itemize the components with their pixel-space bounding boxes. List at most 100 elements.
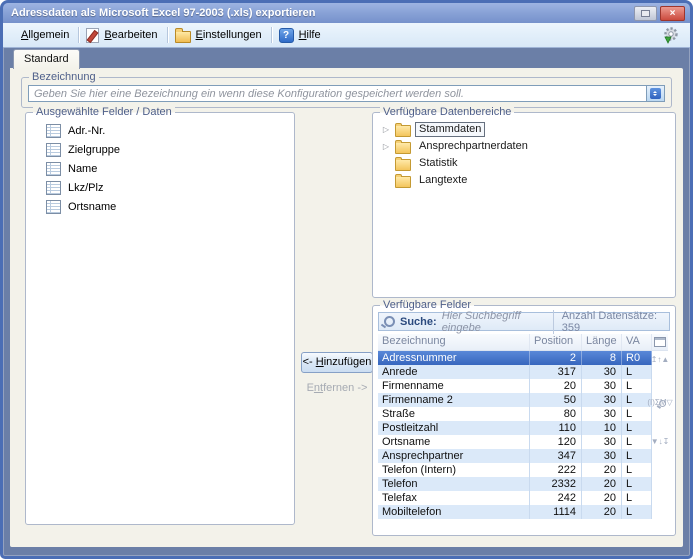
- table-row[interactable]: Postleitzahl11010L: [378, 421, 652, 435]
- cell-bezeichnung: Firmenname: [378, 379, 530, 393]
- list-item[interactable]: Ortsname: [46, 197, 290, 216]
- add-button[interactable]: <- Hinzufügen: [301, 352, 373, 373]
- nav-top: ↥↑▲: [651, 353, 670, 366]
- tab-page-standard: Bezeichnung Ausgewählte Felder / Daten A…: [10, 68, 683, 547]
- window-title: Adressdaten als Microsoft Excel 97-2003 …: [8, 7, 631, 19]
- row-down-icon[interactable]: ▼: [651, 437, 659, 446]
- remove-button-prefix: E: [307, 382, 314, 394]
- cell-laenge: 20: [582, 491, 622, 505]
- cell-va: L: [622, 449, 652, 463]
- table-field-icon: [46, 200, 61, 214]
- table-header[interactable]: Bezeichnung Position Länge VA: [378, 334, 652, 351]
- table-field-icon: [46, 162, 61, 176]
- list-item-label: Name: [68, 163, 97, 175]
- cell-position: 20: [530, 379, 582, 393]
- toolbar-separator: [271, 27, 272, 43]
- bezeichnung-dropdown-button[interactable]: [646, 85, 665, 102]
- nav-bottom: ▼↓↧: [651, 435, 670, 448]
- cell-position: 2332: [530, 477, 582, 491]
- record-count-label: Anzahl Datensätze:: [562, 310, 657, 322]
- table-row[interactable]: Ansprechpartner34730L: [378, 449, 652, 463]
- cell-va: L: [622, 435, 652, 449]
- table-field-icon: [46, 124, 61, 138]
- table-row[interactable]: Ortsname12030L: [378, 435, 652, 449]
- menu-item-einstellungen[interactable]: Einstellungen: [170, 26, 269, 45]
- selected-fields-group-label: Ausgewählte Felder / Daten: [33, 105, 175, 119]
- table-row[interactable]: Telefon (Intern)22220L: [378, 463, 652, 477]
- expand-arrow-icon[interactable]: ▷: [381, 142, 391, 152]
- filter-icon[interactable]: ▽: [667, 398, 673, 407]
- cell-laenge: 20: [582, 477, 622, 491]
- cell-va: L: [622, 477, 652, 491]
- column-header-va[interactable]: VA: [622, 334, 652, 350]
- search-icon: [384, 316, 395, 327]
- hilfe-help-icon: [279, 28, 294, 43]
- remove-button-disabled: Entfernen ->: [301, 382, 373, 394]
- bezeichnung-group: Bezeichnung: [21, 77, 672, 108]
- table-row[interactable]: Firmenname2030L: [378, 379, 652, 393]
- bezeichnung-input[interactable]: [28, 85, 646, 102]
- close-button[interactable]: ×: [660, 6, 685, 21]
- cell-va: L: [622, 491, 652, 505]
- cell-va: L: [622, 505, 652, 519]
- cell-position: 222: [530, 463, 582, 477]
- menu-item-allgemein[interactable]: Allgemein: [11, 27, 76, 43]
- add-button-rest: inzufügen: [324, 356, 372, 368]
- maximize-button[interactable]: [634, 6, 657, 21]
- search-bar[interactable]: Suche: Hier Suchbegriff eingebe Anzahl D…: [378, 312, 670, 331]
- close-icon: ×: [670, 8, 676, 19]
- dropdown-spinner-icon: [650, 88, 661, 99]
- menubar: Allgemein Bearbeiten Einstellungen Hilfe: [3, 23, 690, 48]
- cell-bezeichnung: Mobiltelefon: [378, 505, 530, 519]
- expand-arrow-icon[interactable]: ▷: [381, 125, 391, 135]
- tree-item-label: Stammdaten: [415, 122, 485, 137]
- title-bar: Adressdaten als Microsoft Excel 97-2003 …: [3, 3, 690, 23]
- menu-item-label-hilfe: Hilfe: [299, 29, 321, 41]
- cell-bezeichnung: Anrede: [378, 365, 530, 379]
- cell-laenge: 30: [582, 365, 622, 379]
- table-row[interactable]: Firmenname 25030L: [378, 393, 652, 407]
- row-up-icon[interactable]: ▲: [661, 355, 669, 364]
- einstellungen-settings-icon: [175, 31, 191, 43]
- list-item[interactable]: Zielgruppe: [46, 140, 290, 159]
- menu-item-hilfe[interactable]: Hilfe: [274, 26, 328, 45]
- tree-item[interactable]: Statistik: [381, 155, 671, 172]
- record-count: Anzahl Datensätze: 359: [553, 310, 664, 334]
- tree-item[interactable]: ▷ Ansprechpartnerdaten: [381, 138, 671, 155]
- data-areas-group: Verfügbare Datenbereiche ▷Stammdaten▷Ans…: [372, 112, 676, 298]
- tree-item[interactable]: ▷ Stammdaten: [381, 121, 671, 138]
- table-row[interactable]: Telefax24220L: [378, 491, 652, 505]
- tab-standard[interactable]: Standard: [13, 49, 80, 69]
- table-row[interactable]: Mobiltelefon111420L: [378, 505, 652, 519]
- cell-position: 50: [530, 393, 582, 407]
- cell-laenge: 10: [582, 421, 622, 435]
- bezeichnung-group-label: Bezeichnung: [29, 70, 99, 84]
- insert-icon[interactable]: (I): [647, 398, 655, 407]
- list-item[interactable]: Adr.-Nr.: [46, 121, 290, 140]
- excel-export-button[interactable]: [659, 25, 682, 46]
- tree-item[interactable]: Langtexte: [381, 172, 671, 189]
- toolbar-separator: [167, 27, 168, 43]
- cell-bezeichnung: Telefon: [378, 477, 530, 491]
- search-label: Suche:: [400, 316, 437, 328]
- table-row[interactable]: Straße8030L: [378, 407, 652, 421]
- remove-button-mnemonic: nt: [314, 382, 323, 394]
- record-count-value: 359: [562, 322, 580, 334]
- menu-item-label-bearbeiten: Bearbeiten: [104, 29, 157, 41]
- table-row[interactable]: Telefon233220L: [378, 477, 652, 491]
- column-header-laenge[interactable]: Länge: [582, 334, 622, 350]
- selected-fields-list: Adr.-Nr.Zielgruppe Name Lkz/PlzOrtsname: [26, 113, 294, 216]
- scroll-bottom-icon[interactable]: ↧: [663, 437, 670, 446]
- table-row[interactable]: Anrede31730L: [378, 365, 652, 379]
- menu-item-bearbeiten[interactable]: Bearbeiten: [81, 26, 164, 45]
- list-item[interactable]: Lkz/Plz: [46, 178, 290, 197]
- cell-position: 120: [530, 435, 582, 449]
- table-row[interactable]: Adressnummer28R0: [378, 351, 652, 365]
- cell-laenge: 30: [582, 379, 622, 393]
- column-header-position[interactable]: Position: [530, 334, 582, 350]
- column-header-bezeichnung[interactable]: Bezeichnung: [378, 334, 530, 350]
- cell-va: L: [622, 407, 652, 421]
- column-chooser-button[interactable]: [652, 334, 668, 351]
- tree-item-label: Ansprechpartnerdaten: [415, 139, 532, 154]
- list-item[interactable]: Name: [46, 159, 290, 178]
